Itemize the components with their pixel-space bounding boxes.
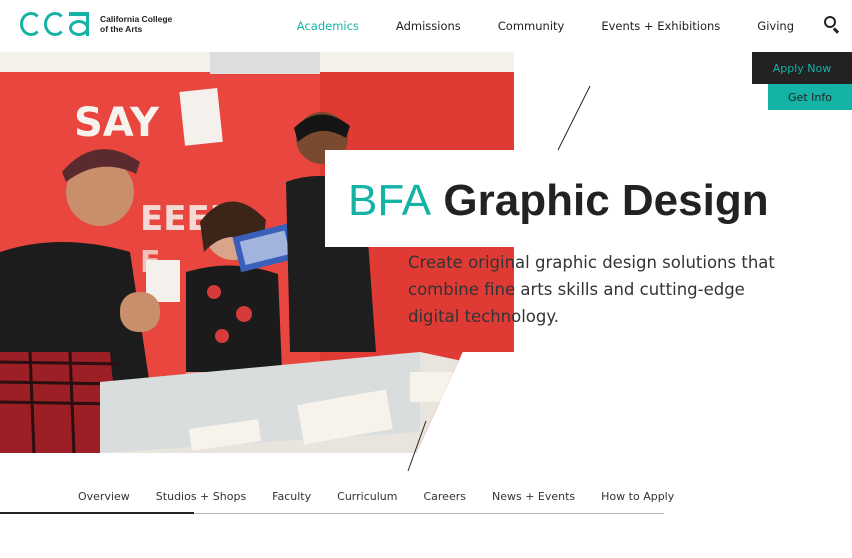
program-description: Create original graphic design solutions… xyxy=(408,253,775,326)
logo-name-line1: California College xyxy=(100,14,173,24)
logo-letter-c xyxy=(44,12,66,36)
page-title: BFA Graphic Design xyxy=(348,176,769,226)
decorative-slash xyxy=(407,420,427,472)
subnav-item-studios-shops[interactable]: Studios + Shops xyxy=(156,490,246,503)
logo-wordmark: California College of the Arts xyxy=(100,14,172,34)
site-header: California College of the Arts Academics… xyxy=(0,0,852,52)
subnav-active-indicator xyxy=(0,512,194,514)
cca-logo-mark xyxy=(20,12,90,36)
program-subnav: Overview Studios + Shops Faculty Curricu… xyxy=(0,480,674,514)
main-nav: Academics Admissions Community Events + … xyxy=(260,0,794,52)
subnav-item-curriculum[interactable]: Curriculum xyxy=(337,490,397,503)
nav-item-admissions[interactable]: Admissions xyxy=(396,19,461,33)
nav-item-events-exhibitions[interactable]: Events + Exhibitions xyxy=(601,19,720,33)
decorative-slash xyxy=(557,85,591,151)
subnav-item-news-events[interactable]: News + Events xyxy=(492,490,575,503)
subnav-item-overview[interactable]: Overview xyxy=(78,490,130,503)
nav-item-academics[interactable]: Academics xyxy=(297,19,359,33)
apply-now-button[interactable]: Apply Now xyxy=(752,52,852,84)
svg-text:SAY: SAY xyxy=(74,100,160,146)
nav-item-giving[interactable]: Giving xyxy=(757,19,794,33)
logo-name-line2: of the Arts xyxy=(100,24,143,34)
program-name: Graphic Design xyxy=(443,176,769,225)
subnav-item-how-to-apply[interactable]: How to Apply xyxy=(601,490,674,503)
nav-item-community[interactable]: Community xyxy=(498,19,565,33)
logo-letter-a xyxy=(68,12,90,36)
logo-letter-c xyxy=(20,12,42,36)
get-info-button[interactable]: Get Info xyxy=(768,84,852,110)
degree-label: BFA xyxy=(348,176,432,225)
subnav-item-faculty[interactable]: Faculty xyxy=(272,490,311,503)
cca-logo[interactable]: California College of the Arts xyxy=(20,12,172,36)
search-icon[interactable] xyxy=(824,16,842,34)
subnav-item-careers[interactable]: Careers xyxy=(423,490,466,503)
